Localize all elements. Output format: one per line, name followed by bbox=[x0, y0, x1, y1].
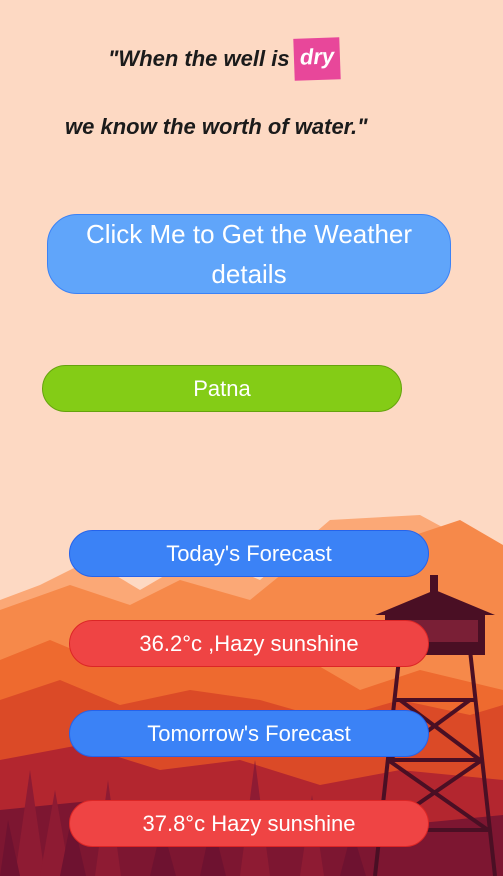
quote-prefix-text: "When the well is bbox=[108, 46, 290, 71]
today-forecast-value: 36.2°c ,Hazy sunshine bbox=[69, 620, 429, 667]
tomorrow-forecast-label: Tomorrow's Forecast bbox=[69, 710, 429, 757]
city-button[interactable]: Patna bbox=[42, 365, 402, 412]
quote-first-line: "When the well is dry bbox=[108, 37, 341, 81]
today-forecast-label: Today's Forecast bbox=[69, 530, 429, 577]
tomorrow-forecast-value: 37.8°c Hazy sunshine bbox=[69, 800, 429, 847]
quote-second-line: we know the worth of water." bbox=[65, 114, 368, 139]
quote-highlight-word: dry bbox=[292, 37, 341, 81]
get-weather-button[interactable]: Click Me to Get the Weather details bbox=[47, 214, 451, 294]
